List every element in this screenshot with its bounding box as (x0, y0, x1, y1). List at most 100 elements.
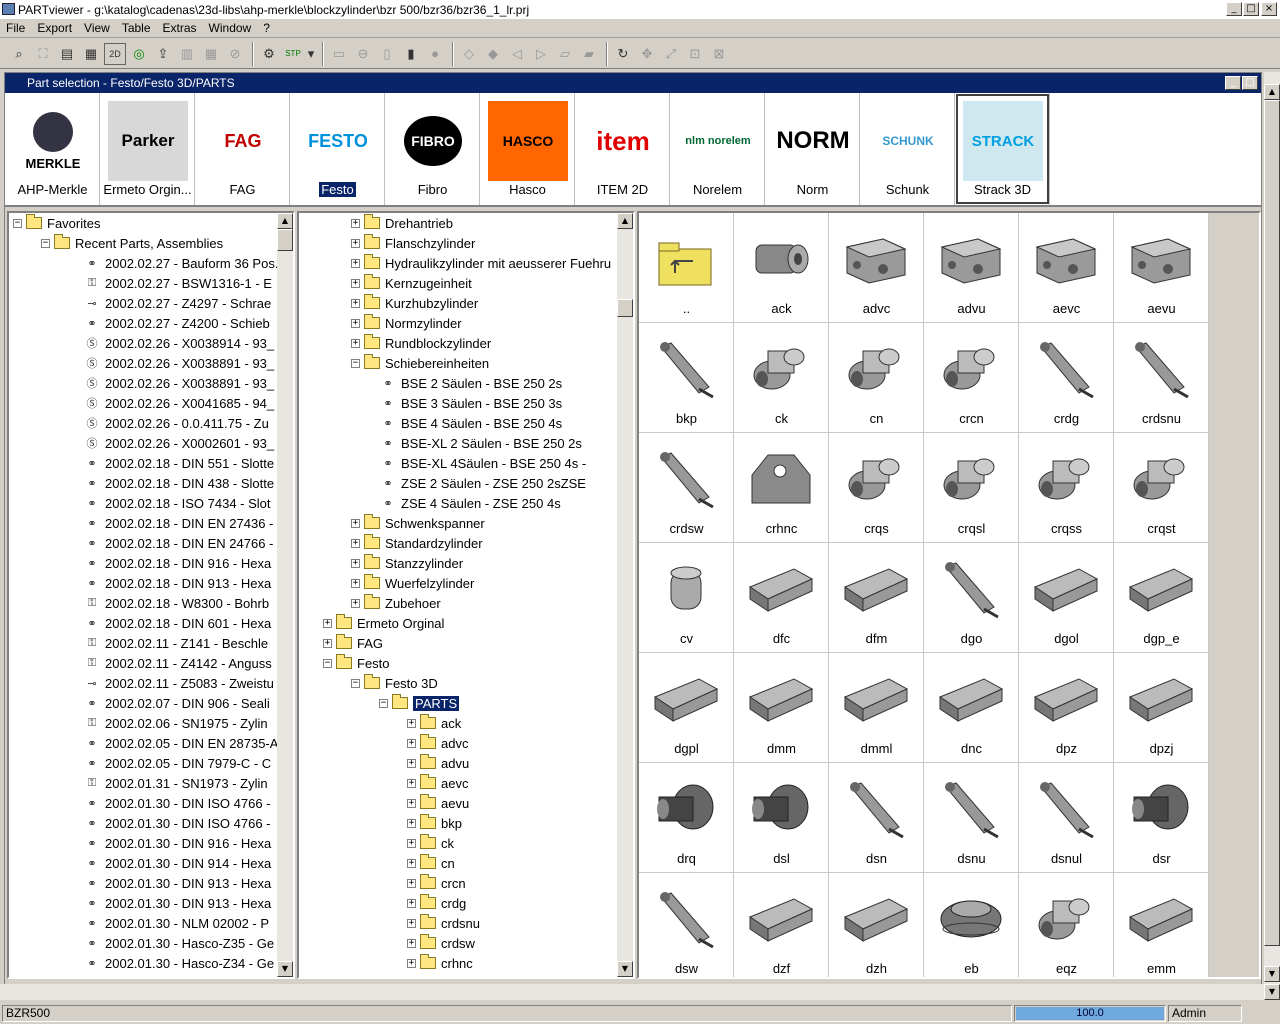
tree-node-favorites[interactable]: − Favorites (13, 213, 100, 233)
tree-node-ack[interactable]: + ack (407, 713, 461, 733)
tree-node-kurzhubzylinder[interactable]: + Kurzhubzylinder (351, 293, 478, 313)
part-cell-emm[interactable]: emm (1114, 873, 1209, 977)
recent-part-item[interactable]: ⚿ 2002.02.11 - Z4142 - Anguss (83, 653, 272, 673)
part-cell-dnc[interactable]: dnc (924, 653, 1019, 763)
expand-icon[interactable]: + (351, 238, 360, 248)
recent-part-item[interactable]: ⚭ 2002.02.18 - ISO 7434 - Slot (83, 493, 270, 513)
tree-node-festo[interactable]: − Festo (323, 653, 390, 673)
collapse-icon[interactable]: − (41, 238, 50, 248)
tree-node-crdsw[interactable]: + crdsw (407, 933, 475, 953)
expand-icon[interactable]: + (323, 638, 332, 648)
part-cell-parent[interactable]: .. (639, 213, 734, 323)
recent-part-item[interactable]: ⚭ 2002.02.05 - DIN EN 28735-A (83, 733, 278, 753)
part-cell-dgo[interactable]: dgo (924, 543, 1019, 653)
binoculars-icon[interactable]: ⌕ (8, 43, 30, 65)
catalog-scroll-up[interactable]: ▲ (617, 213, 633, 229)
part-cell-dzf[interactable]: dzf (734, 873, 829, 977)
tree-node-festo-3d[interactable]: − Festo 3D (351, 673, 438, 693)
expand-icon[interactable]: + (407, 838, 416, 848)
menu-help[interactable]: ? (263, 21, 270, 35)
tree-node-recent[interactable]: − Recent Parts, Assemblies (41, 233, 223, 253)
tree-node-bse-3-s-ulen-bse-250-3s[interactable]: ⚭ BSE 3 Säulen - BSE 250 3s (379, 393, 562, 413)
view-front-icon[interactable]: ▭ (328, 43, 350, 65)
view-top-icon[interactable]: ◇ (458, 43, 480, 65)
menu-view[interactable]: View (84, 21, 110, 35)
collapse-icon[interactable]: − (351, 678, 360, 688)
catalog-scroll-down[interactable]: ▼ (617, 961, 633, 977)
tree-node-standardzylinder[interactable]: + Standardzylinder (351, 533, 483, 553)
menu-table[interactable]: Table (122, 21, 151, 35)
expand-icon[interactable]: + (351, 218, 360, 228)
tree-node-kernzugeinheit[interactable]: + Kernzugeinheit (351, 273, 472, 293)
inner-maximize-button[interactable]: □ (1242, 76, 1258, 90)
part-cell-drq[interactable]: drq (639, 763, 734, 873)
recent-part-item[interactable]: ⚭ 2002.01.30 - DIN 916 - Hexa (83, 833, 271, 853)
part-cell-crqss[interactable]: crqss (1019, 433, 1114, 543)
expand-icon[interactable]: + (351, 278, 360, 288)
recent-part-item[interactable]: ⚭ 2002.01.30 - NLM 02002 - P (83, 913, 269, 933)
tree-node-bse-4-s-ulen-bse-250-4s[interactable]: ⚭ BSE 4 Säulen - BSE 250 4s (379, 413, 562, 433)
collapse-icon[interactable]: − (351, 358, 360, 368)
collapse-icon[interactable]: − (379, 698, 388, 708)
catalog-hasco[interactable]: HASCO Hasco (480, 93, 575, 205)
part-cell-dmml[interactable]: dmml (829, 653, 924, 763)
expand-icon[interactable]: + (407, 918, 416, 928)
expand-icon[interactable]: + (407, 738, 416, 748)
recent-part-item[interactable]: ⚭ 2002.02.18 - DIN 601 - Hexa (83, 613, 271, 633)
tree-node-rundblockzylinder[interactable]: + Rundblockzylinder (351, 333, 491, 353)
view-side-icon[interactable]: ▯ (376, 43, 398, 65)
part-cell-crdsw[interactable]: crdsw (639, 433, 734, 543)
grid-view-icon[interactable]: ▦ (80, 43, 102, 65)
catalog-ermeto-orgin[interactable]: Parker Ermeto Orgin... (100, 93, 195, 205)
cd-icon[interactable]: ◎ (128, 43, 150, 65)
recent-part-item[interactable]: Ⓢ 2002.02.26 - X0038914 - 93_ (83, 333, 275, 353)
tree-node-ermeto-orginal[interactable]: + Ermeto Orginal (323, 613, 444, 633)
recent-part-item[interactable]: ⚿ 2002.02.27 - BSW1316-1 - E (83, 273, 272, 293)
tree-node-advu[interactable]: + advu (407, 753, 469, 773)
menu-window[interactable]: Window (209, 21, 252, 35)
tree-node-stanzzylinder[interactable]: + Stanzzylinder (351, 553, 463, 573)
part-cell-ack[interactable]: ack (734, 213, 829, 323)
recent-part-item[interactable]: ⚭ 2002.02.18 - DIN EN 24766 - (83, 533, 273, 553)
part-cell-dgpl[interactable]: dgpl (639, 653, 734, 763)
part-cell-crcn[interactable]: crcn (924, 323, 1019, 433)
view-persp-icon[interactable]: ▰ (578, 43, 600, 65)
recent-part-item[interactable]: ⚭ 2002.02.07 - DIN 906 - Seali (83, 693, 269, 713)
part-cell-dmm[interactable]: dmm (734, 653, 829, 763)
tree-node-aevc[interactable]: + aevc (407, 773, 468, 793)
catalog-norelem[interactable]: nlm norelem Norelem (670, 93, 765, 205)
catalog-scrollbar[interactable] (617, 213, 633, 977)
part-cell-cv[interactable]: cv (639, 543, 734, 653)
tree-node-fag[interactable]: + FAG (323, 633, 383, 653)
part-cell-dsr[interactable]: dsr (1114, 763, 1209, 873)
catalog-norm[interactable]: NORM Norm (765, 93, 860, 205)
collapse-icon[interactable]: − (323, 658, 332, 668)
tree-node-wuerfelzylinder[interactable]: + Wuerfelzylinder (351, 573, 474, 593)
view-left-icon[interactable]: ◁ (506, 43, 528, 65)
view-shaded-icon[interactable]: ● (424, 43, 446, 65)
part-cell-crhnc[interactable]: crhnc (734, 433, 829, 543)
part-cell-dpzj[interactable]: dpzj (1114, 653, 1209, 763)
tree-node-aevu[interactable]: + aevu (407, 793, 469, 813)
zoom-window-icon[interactable]: ⊡ (684, 43, 706, 65)
view-2d-icon[interactable]: 2D (104, 42, 126, 65)
part-cell-ck[interactable]: ck (734, 323, 829, 433)
part-cell-aevc[interactable]: aevc (1019, 213, 1114, 323)
tree-node-bse-xl-2-s-ulen-bse-250-2s[interactable]: ⚭ BSE-XL 2 Säulen - BSE 250 2s (379, 433, 582, 453)
recent-part-item[interactable]: ⚭ 2002.01.30 - Hasco-Z34 - Ge (83, 953, 274, 973)
maximize-button[interactable]: □ (1243, 2, 1259, 16)
expand-icon[interactable]: + (351, 558, 360, 568)
tree-node-bse-2-s-ulen-bse-250-2s[interactable]: ⚭ BSE 2 Säulen - BSE 250 2s (379, 373, 562, 393)
collapse-icon[interactable]: − (13, 218, 22, 228)
recent-part-item[interactable]: ⚿ 2002.02.06 - SN1975 - Zylin (83, 713, 268, 733)
view-iso-icon[interactable]: ▮ (400, 43, 422, 65)
recent-part-item[interactable]: Ⓢ 2002.02.26 - X0038891 - 93_ (83, 373, 275, 393)
window-scroll-up[interactable]: ▲ (1264, 84, 1280, 100)
window-scroll-down[interactable]: ▼ (1264, 966, 1280, 982)
menu-file[interactable]: File (6, 21, 25, 35)
recent-part-item[interactable]: ⚭ 2002.01.30 - Hasco-Z35 - Ge (83, 933, 274, 953)
expand-icon[interactable]: + (407, 898, 416, 908)
tree-node-cn[interactable]: + cn (407, 853, 455, 873)
tree-node-ck[interactable]: + ck (407, 833, 454, 853)
recent-part-item[interactable]: ⚭ 2002.01.30 - DIN ISO 4766 - (83, 813, 270, 833)
